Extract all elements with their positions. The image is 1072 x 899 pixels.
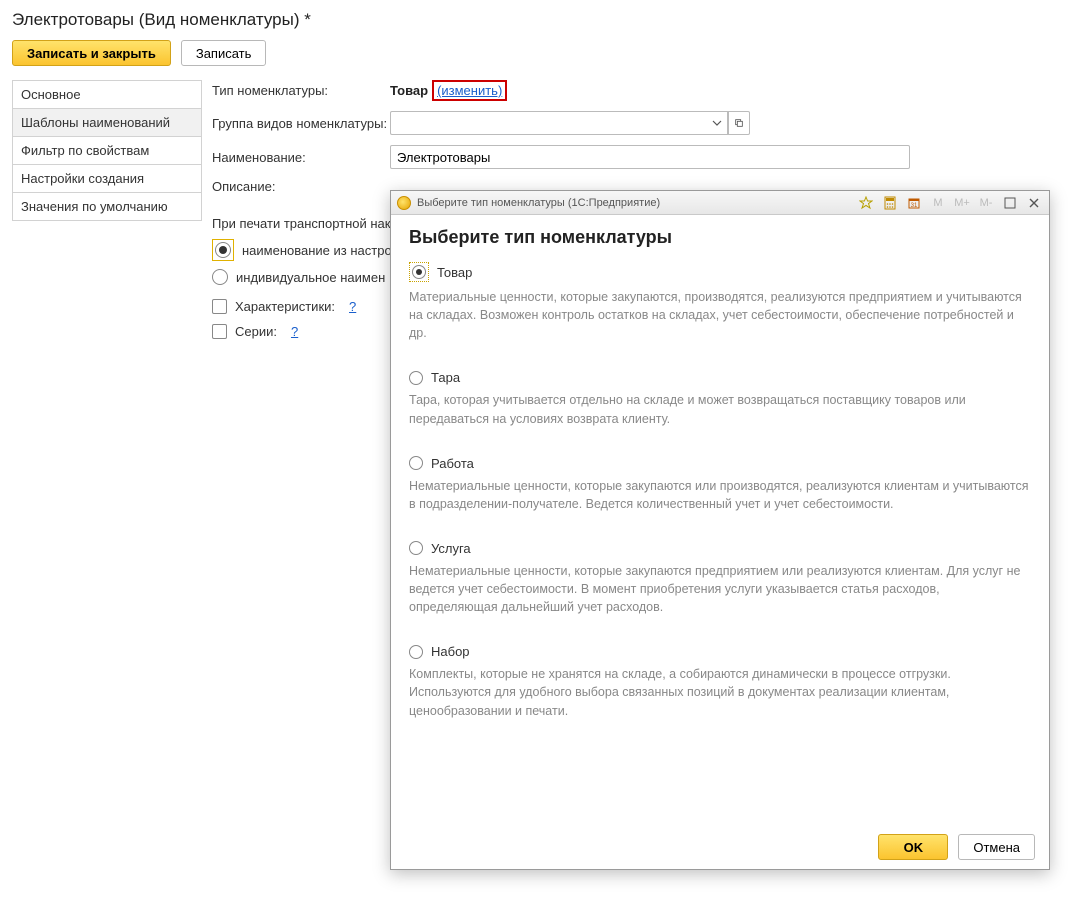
option-tara: Тара Тара, которая учитывается отдельно …: [409, 370, 1031, 427]
characteristics-help-link[interactable]: ?: [349, 299, 356, 314]
radio-individual-name-label: индивидуальное наимен: [236, 270, 385, 285]
option-rabota: Работа Нематериальные ценности, которые …: [409, 456, 1031, 513]
mem-mminus-button[interactable]: M-: [977, 195, 995, 211]
close-icon[interactable]: [1025, 195, 1043, 211]
modal-cancel-button[interactable]: Отмена: [958, 834, 1035, 860]
app-icon: [397, 196, 411, 210]
maximize-icon[interactable]: [1001, 195, 1019, 211]
option-rabota-radio[interactable]: [409, 456, 423, 470]
modal-footer: OK Отмена: [391, 825, 1049, 869]
name-input[interactable]: [390, 145, 910, 169]
sidebar-item-default-values[interactable]: Значения по умолчанию: [12, 192, 202, 221]
option-nabor-desc: Комплекты, которые не хранятся на складе…: [409, 665, 1031, 719]
option-nabor-label: Набор: [431, 644, 470, 659]
radio-individual-name[interactable]: [212, 269, 228, 285]
option-usluga-radio[interactable]: [409, 541, 423, 555]
mem-m-button[interactable]: M: [929, 195, 947, 211]
name-label: Наименование:: [212, 150, 390, 165]
group-label: Группа видов номенклатуры:: [212, 116, 390, 131]
open-external-icon: [734, 118, 744, 128]
modal-titlebar-text: Выберите тип номенклатуры (1С:Предприяти…: [417, 197, 660, 209]
group-open-button[interactable]: [728, 111, 750, 135]
characteristics-checkbox[interactable]: [212, 299, 227, 314]
characteristics-label: Характеристики:: [235, 299, 335, 314]
chevron-down-icon: [712, 118, 722, 128]
toolbar: Записать и закрыть Записать: [12, 40, 1060, 66]
option-tovar-radio[interactable]: [412, 265, 426, 279]
group-input[interactable]: [390, 111, 706, 135]
svg-text:31: 31: [911, 203, 918, 209]
calendar-icon[interactable]: 31: [905, 195, 923, 211]
radio-from-settings[interactable]: [215, 242, 231, 258]
modal-heading: Выберите тип номенклатуры: [409, 227, 1031, 248]
sidebar-item-name-templates[interactable]: Шаблоны наименований: [12, 108, 202, 137]
mem-mplus-button[interactable]: M+: [953, 195, 971, 211]
type-value: Товар: [390, 83, 428, 98]
radio-from-settings-label: наименование из настрое: [242, 243, 399, 258]
sidebar: Основное Шаблоны наименований Фильтр по …: [12, 80, 202, 347]
option-usluga-label: Услуга: [431, 541, 471, 556]
page-title: Электротовары (Вид номенклатуры) *: [12, 10, 1060, 30]
option-nabor: Набор Комплекты, которые не хранятся на …: [409, 644, 1031, 719]
group-combo: [390, 111, 750, 135]
favorite-icon[interactable]: [857, 195, 875, 211]
option-tovar: Товар Материальные ценности, которые зак…: [409, 262, 1031, 342]
option-rabota-label: Работа: [431, 456, 474, 471]
group-dropdown-button[interactable]: [706, 111, 728, 135]
option-nabor-radio[interactable]: [409, 645, 423, 659]
series-checkbox[interactable]: [212, 324, 227, 339]
radio-from-settings-highlight: [212, 239, 234, 261]
select-type-modal: Выберите тип номенклатуры (1С:Предприяти…: [390, 190, 1050, 870]
save-and-close-button[interactable]: Записать и закрыть: [12, 40, 171, 66]
change-type-highlight: (изменить): [432, 80, 507, 101]
option-tovar-label: Товар: [437, 265, 472, 280]
description-label: Описание:: [212, 179, 390, 194]
series-label: Серии:: [235, 324, 277, 339]
option-usluga: Услуга Нематериальные ценности, которые …: [409, 541, 1031, 616]
modal-titlebar: Выберите тип номенклатуры (1С:Предприяти…: [391, 191, 1049, 215]
option-tara-radio[interactable]: [409, 371, 423, 385]
calculator-icon[interactable]: [881, 195, 899, 211]
sidebar-item-creation-settings[interactable]: Настройки создания: [12, 164, 202, 193]
type-label: Тип номенклатуры:: [212, 83, 390, 98]
series-help-link[interactable]: ?: [291, 324, 298, 339]
option-rabota-desc: Нематериальные ценности, которые закупаю…: [409, 477, 1031, 513]
option-tara-desc: Тара, которая учитывается отдельно на ск…: [409, 391, 1031, 427]
option-tara-label: Тара: [431, 370, 460, 385]
option-tovar-desc: Материальные ценности, которые закупаютс…: [409, 288, 1031, 342]
change-type-link[interactable]: (изменить): [437, 83, 502, 98]
sidebar-item-property-filter[interactable]: Фильтр по свойствам: [12, 136, 202, 165]
modal-ok-button[interactable]: OK: [878, 834, 948, 860]
sidebar-item-main[interactable]: Основное: [12, 80, 202, 109]
save-button[interactable]: Записать: [181, 40, 267, 66]
option-usluga-desc: Нематериальные ценности, которые закупаю…: [409, 562, 1031, 616]
